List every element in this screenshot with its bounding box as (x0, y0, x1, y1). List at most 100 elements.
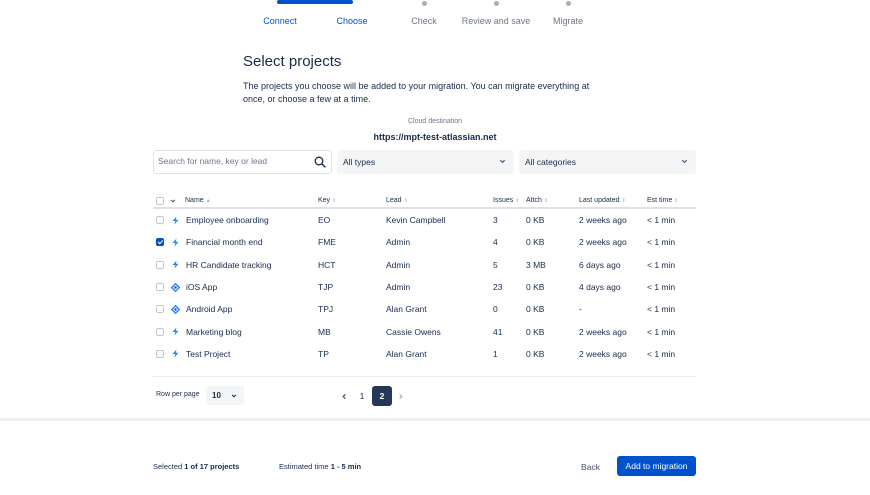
category-filter-value: All categories (525, 157, 577, 167)
type-filter-select[interactable]: All types (337, 150, 514, 174)
estimated-time: Estimated time 1 - 5 min (279, 462, 361, 471)
software-icon (171, 304, 180, 314)
project-name[interactable]: Financial month end (186, 237, 263, 247)
back-button[interactable]: Back (573, 457, 608, 477)
project-est-time: < 1 min (647, 348, 676, 359)
estimated-value: 1 - 5 min (330, 462, 362, 471)
project-name[interactable]: Test Project (186, 349, 230, 359)
project-key: MB (318, 326, 331, 337)
project-key: TPJ (318, 304, 334, 315)
chevron-down-icon[interactable] (170, 198, 176, 204)
project-issues: 1 (493, 348, 498, 359)
column-header-issues[interactable]: Issues ⇕ (493, 192, 519, 209)
table-row[interactable]: HR Candidate tracking HCT Admin 5 3 MB 6 days… (153, 254, 696, 276)
project-name[interactable]: Employee onboarding (186, 215, 269, 225)
project-issues: 0 (493, 304, 498, 315)
column-header-est-time[interactable]: Est time ⇕ (647, 192, 679, 209)
step-check-dot (421, 1, 427, 6)
column-header-attachments[interactable]: Attch ⇕ (526, 192, 548, 209)
page-1-button[interactable]: 1 (352, 386, 372, 406)
project-est-time: < 1 min (647, 237, 676, 248)
project-last-updated: - (579, 304, 582, 315)
step-migrate-label: Migrate (552, 16, 583, 26)
column-header-key[interactable]: Key ⇕ (318, 192, 336, 209)
footer-bar (0, 421, 870, 495)
select-all-checkbox[interactable] (156, 196, 164, 205)
project-name[interactable]: HR Candidate tracking (186, 260, 272, 270)
project-last-updated: 2 weeks ago (579, 237, 627, 248)
project-lead: Alan Grant (386, 304, 427, 315)
project-name-cell: Financial month end (171, 231, 263, 253)
project-key: HCT (318, 259, 336, 270)
column-header-last-updated[interactable]: Last updated ⇕ (579, 192, 626, 209)
project-attachments: 0 KB (526, 348, 545, 359)
project-name[interactable]: Marketing blog (186, 327, 242, 337)
project-name-cell: Android App (171, 298, 232, 320)
sort-icon: ⇕ (515, 197, 520, 204)
column-attachments-label: Attch (526, 197, 542, 204)
column-header-name[interactable]: Name ▲ (185, 192, 211, 209)
next-page-button[interactable] (390, 386, 410, 406)
column-header-lead[interactable]: Lead ⇕ (386, 192, 408, 209)
previous-page-button[interactable] (334, 386, 354, 406)
table-footer-divider (153, 376, 696, 377)
project-last-updated: 2 weeks ago (579, 348, 627, 359)
row-checkbox[interactable] (156, 238, 164, 247)
table-row[interactable]: iOS App TJP Admin 23 0 KB 4 days ago < 1 min (153, 276, 696, 298)
project-attachments: 0 KB (526, 326, 545, 337)
project-issues: 23 (493, 282, 503, 293)
project-name[interactable]: iOS App (186, 282, 217, 292)
progress-tracker: Connect Choose Check Review and save Mig… (0, 0, 870, 34)
search-input[interactable] (158, 156, 308, 166)
row-checkbox[interactable] (156, 305, 164, 314)
row-checkbox[interactable] (156, 283, 164, 292)
project-issues: 4 (493, 237, 498, 248)
table-row[interactable]: Financial month end FME Admin 4 0 KB 2 weeks … (153, 231, 696, 253)
step-review-dot (493, 1, 499, 6)
table-row[interactable]: Employee onboarding EO Kevin Campbell 3 0 KB… (153, 209, 696, 231)
row-checkbox[interactable] (156, 349, 164, 358)
step-migrate: Migrate (523, 0, 613, 26)
project-name[interactable]: Android App (186, 304, 232, 314)
project-lead: Kevin Campbell (386, 215, 446, 226)
search-icon[interactable] (314, 156, 326, 168)
chevron-right-icon (398, 393, 403, 399)
project-key: EO (318, 215, 331, 226)
row-checkbox[interactable] (156, 327, 164, 336)
project-lead: Alan Grant (386, 348, 427, 359)
project-attachments: 0 KB (526, 237, 545, 248)
table-row[interactable]: Marketing blog MB Cassie Owens 41 0 KB 2 week… (153, 320, 696, 342)
project-attachments: 0 KB (526, 282, 545, 293)
project-est-time: < 1 min (647, 259, 676, 270)
chevron-down-icon (681, 159, 688, 164)
project-name-cell: iOS App (171, 276, 217, 298)
table-row[interactable]: Android App TPJ Alan Grant 0 0 KB - < 1 min (153, 298, 696, 320)
column-lead-label: Lead (386, 197, 402, 204)
select-all-cell (156, 192, 176, 209)
table-row[interactable]: Test Project TP Alan Grant 1 0 KB 2 weeks ago… (153, 343, 696, 365)
row-checkbox[interactable] (156, 216, 164, 225)
category-filter-select[interactable]: All categories (519, 150, 696, 174)
software-icon (171, 282, 180, 292)
page-title: Select projects (243, 53, 342, 70)
row-checkbox-cell (156, 320, 164, 342)
column-last-updated-label: Last updated (579, 197, 620, 204)
row-checkbox[interactable] (156, 260, 164, 269)
project-lead: Cassie Owens (386, 326, 441, 337)
chevron-down-icon (499, 159, 506, 164)
project-issues: 41 (493, 326, 503, 337)
row-checkbox-cell (156, 276, 164, 298)
sort-asc-icon: ▲ (205, 197, 211, 204)
page-2-button[interactable]: 2 (372, 386, 392, 406)
project-key: FME (318, 237, 336, 248)
row-checkbox-cell (156, 209, 164, 231)
project-last-updated: 6 days ago (579, 259, 621, 270)
rows-per-page-select[interactable]: 10 (206, 386, 244, 405)
sort-icon: ⇕ (543, 197, 549, 204)
page-description: The projects you choose will be added to… (243, 81, 590, 104)
lightning-icon (172, 260, 179, 269)
project-issues: 3 (493, 215, 498, 226)
cloud-destination-label: Cloud destination (407, 118, 463, 125)
add-to-migration-button[interactable]: Add to migration (617, 456, 696, 476)
sort-icon: ⇕ (332, 197, 337, 204)
